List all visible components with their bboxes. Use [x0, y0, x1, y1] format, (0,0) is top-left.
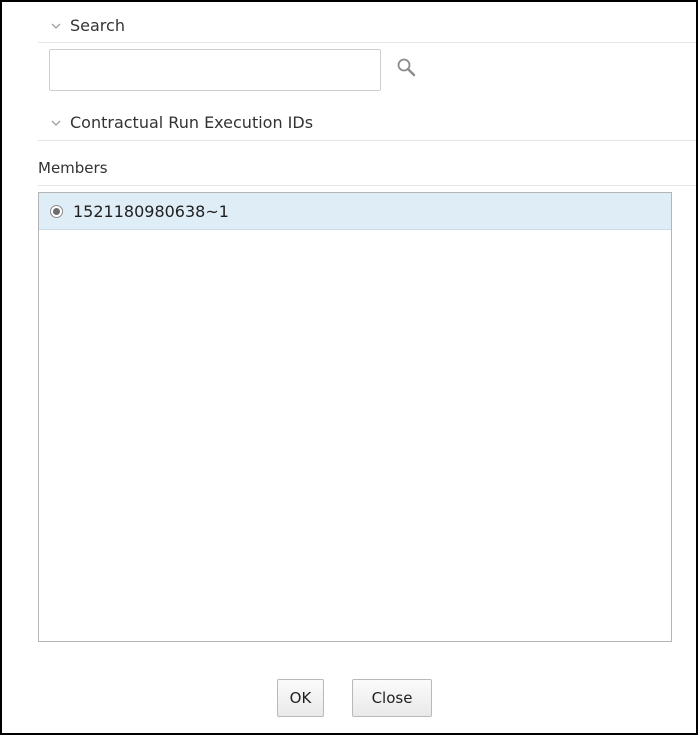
search-section-header[interactable]: Search — [48, 16, 125, 35]
chevron-down-icon — [48, 115, 64, 131]
search-button[interactable] — [390, 53, 424, 87]
members-label: Members — [38, 159, 108, 177]
members-list[interactable]: 1521180980638~1 — [38, 192, 672, 642]
member-label: 1521180980638~1 — [73, 201, 229, 221]
search-input[interactable] — [49, 49, 381, 91]
ok-button[interactable]: OK — [277, 679, 324, 717]
search-section-divider — [38, 42, 696, 43]
radio-selected-icon[interactable] — [50, 204, 63, 218]
radio-dot — [53, 207, 60, 215]
dialog: Search Contractual Run Execution IDs Mem… — [0, 0, 698, 735]
run-ids-section-header[interactable]: Contractual Run Execution IDs — [48, 113, 313, 132]
close-button[interactable]: Close — [352, 679, 432, 717]
run-ids-section-divider — [38, 140, 696, 141]
member-row[interactable]: 1521180980638~1 — [39, 193, 671, 230]
search-section-title: Search — [70, 16, 125, 35]
members-divider — [38, 185, 696, 186]
run-ids-section-title: Contractual Run Execution IDs — [70, 113, 314, 132]
chevron-down-icon — [48, 18, 64, 34]
search-icon — [395, 56, 419, 84]
